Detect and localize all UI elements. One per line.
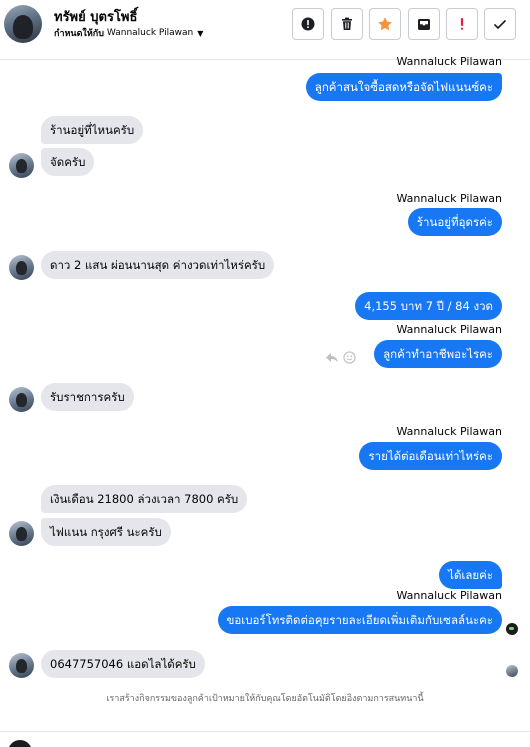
- contact-avatar[interactable]: [4, 5, 42, 43]
- exclamation-icon: [460, 18, 464, 30]
- outgoing-message[interactable]: ลูกค้าทำอาชีพอะไรคะ: [374, 340, 502, 368]
- mark-done-button[interactable]: [484, 8, 516, 40]
- auto-activity-note: เราสร้างกิจกรรมของลูกค้าเป้าหมายให้กับคุ…: [106, 694, 424, 704]
- sender-name: Wannaluck Pilawan: [396, 589, 503, 602]
- assignee-name: Wannaluck Pilawan: [106, 28, 194, 38]
- message-hover-actions: [325, 351, 356, 364]
- outgoing-message[interactable]: ร้านอยู่ที่อุดรค่ะ: [407, 208, 502, 236]
- conversation-header: ทรัพย์ บุตรโพธิ์ กำหนดให้กับ Wannaluck P…: [0, 0, 530, 60]
- contact-avatar-small: [9, 521, 34, 546]
- message-thread[interactable]: Wannaluck Pilawan ลูกค้าสนใจซื้อสดหรือจั…: [0, 55, 530, 741]
- smiley-icon[interactable]: [343, 351, 356, 364]
- sender-name: Wannaluck Pilawan: [396, 192, 503, 205]
- exclamation-circle-icon: [301, 17, 315, 31]
- contact-name[interactable]: ทรัพย์ บุตรโพธิ์: [54, 6, 137, 27]
- incoming-message[interactable]: รับราชการครับ: [41, 383, 134, 411]
- delivered-status-icon: [506, 623, 518, 635]
- contact-avatar-small: [9, 255, 34, 280]
- incoming-message[interactable]: จัดครับ: [41, 148, 95, 176]
- sender-name: Wannaluck Pilawan: [396, 55, 503, 68]
- assign-label: กำหนดให้กับ: [54, 29, 104, 39]
- mark-spam-button[interactable]: [292, 8, 324, 40]
- delete-button[interactable]: [331, 8, 363, 40]
- sender-name: Wannaluck Pilawan: [396, 425, 503, 438]
- outgoing-message[interactable]: ลูกค้าสนใจซื้อสดหรือจัดไฟแนนซ์คะ: [305, 73, 502, 101]
- sender-name: Wannaluck Pilawan: [396, 323, 503, 336]
- check-icon: [493, 19, 507, 30]
- outgoing-message[interactable]: 4,155 บาท 7 ปี / 84 งวด: [355, 292, 502, 320]
- incoming-message[interactable]: 0647757046 แอดไลได้ครับ: [41, 650, 205, 678]
- move-to-inbox-button[interactable]: [408, 8, 440, 40]
- star-icon: [378, 17, 392, 31]
- follow-up-button[interactable]: [446, 8, 478, 40]
- outgoing-message[interactable]: ขอเบอร์โทรติดต่อคุยรายละเอียดเพิ่มเติมกั…: [217, 606, 502, 634]
- assign-dropdown[interactable]: กำหนดให้กับ Wannaluck Pilawan ▼: [54, 26, 203, 40]
- star-button[interactable]: [369, 8, 401, 40]
- outgoing-message[interactable]: รายได้ต่อเดือนเท่าไหร่คะ: [359, 442, 502, 470]
- archive-icon: [418, 19, 430, 30]
- incoming-message[interactable]: ไฟแนน กรุงศรี นะครับ: [41, 518, 171, 546]
- user-avatar: [8, 740, 32, 747]
- caret-down-icon: ▼: [197, 28, 204, 38]
- reply-icon[interactable]: [325, 352, 339, 364]
- contact-avatar-small: [9, 153, 34, 178]
- incoming-message[interactable]: เงินเดือน 21800 ล่วงเวลา 7800 ครับ: [41, 485, 248, 513]
- incoming-message[interactable]: ดาว 2 แสน ผ่อนนานสุด ค่างวดเท่าไหร่ครับ: [41, 251, 275, 279]
- trash-icon: [342, 17, 352, 30]
- read-receipt-avatar: [506, 665, 518, 677]
- contact-avatar-small: [9, 387, 34, 412]
- contact-avatar-small: [9, 653, 34, 678]
- outgoing-message[interactable]: ได้เลยค่ะ: [439, 561, 502, 589]
- composer-bar: [0, 731, 530, 747]
- incoming-message[interactable]: ร้านอยู่ที่ไหนครับ: [41, 116, 144, 144]
